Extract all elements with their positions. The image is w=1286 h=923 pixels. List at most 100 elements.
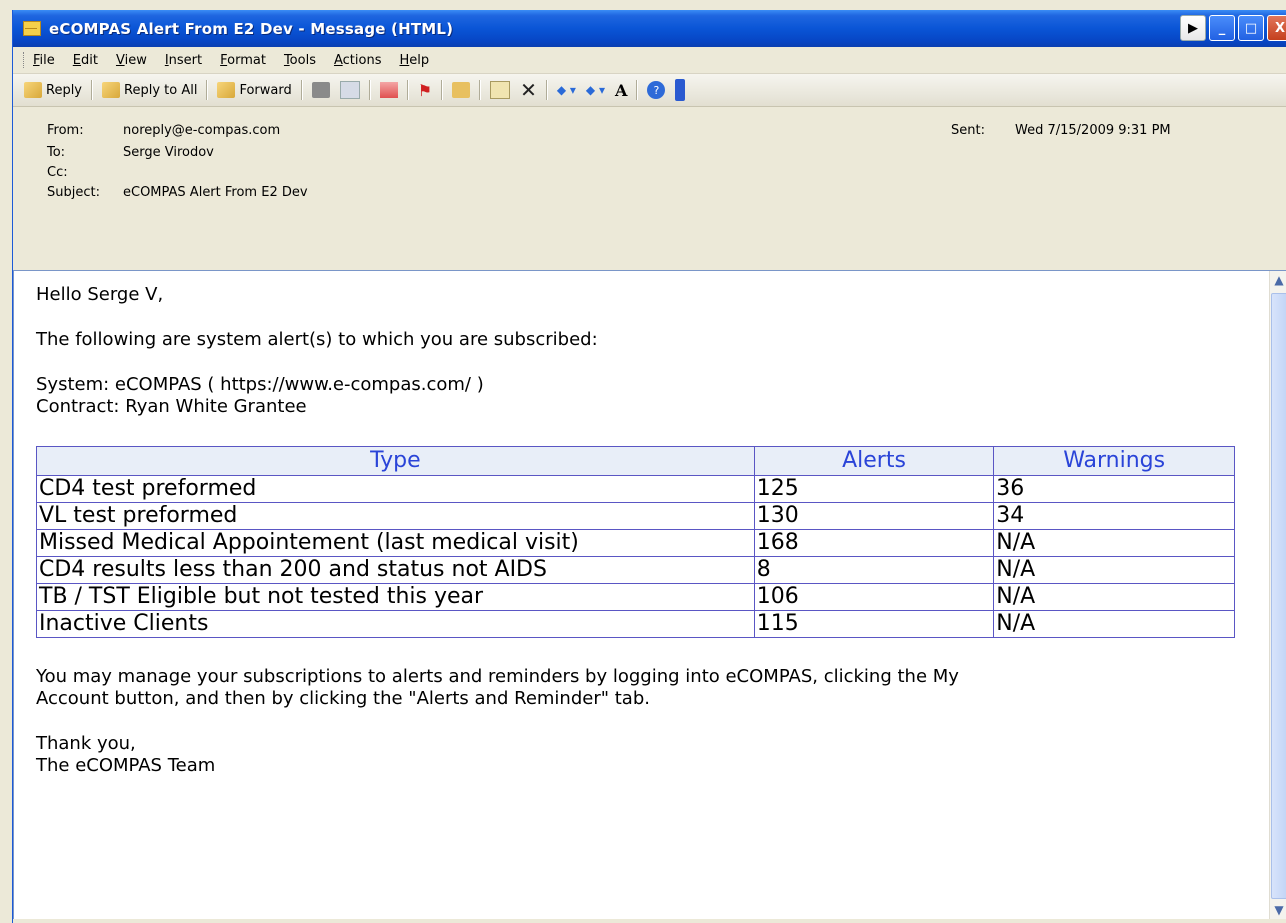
reply-all-button[interactable]: Reply to All	[97, 82, 202, 98]
type-cell: TB / TST Eligible but not tested this ye…	[36, 583, 755, 611]
cc-row: Cc:	[47, 163, 1286, 181]
toolbar-separator	[636, 80, 639, 100]
signature-line: The eCOMPAS Team	[36, 755, 216, 776]
title-bar: eCOMPAS Alert From E2 Dev - Message (HTM…	[13, 10, 1286, 47]
font-size-icon: A	[615, 80, 628, 100]
menu-grip	[23, 52, 27, 68]
toolbar-options-button[interactable]	[670, 79, 690, 101]
greeting: Hello Serge V,	[36, 284, 164, 305]
to-value[interactable]: Serge Virodov	[123, 145, 214, 160]
scroll-down-arrow-icon[interactable]: ▼	[1270, 901, 1286, 919]
manage-text-line-1: You may manage your subscriptions to ale…	[36, 666, 959, 687]
maximize-button[interactable]: □	[1238, 15, 1264, 41]
standard-toolbar: Reply Reply to All Forward ⚑ ✕ ◆ ▾ ◆ ▾ A…	[13, 74, 1286, 107]
warnings-cell: N/A	[993, 610, 1235, 638]
toolbar-separator	[368, 80, 371, 100]
alerts-table: Type Alerts Warnings CD4 test preformed …	[36, 446, 1235, 638]
menu-help[interactable]: Help	[399, 53, 429, 68]
table-row: TB / TST Eligible but not tested this ye…	[36, 583, 1235, 611]
to-label: To:	[47, 144, 66, 160]
reply-button[interactable]: Reply	[19, 82, 87, 98]
reply-icon	[24, 82, 42, 98]
type-cell: Inactive Clients	[36, 610, 755, 638]
toolbar-overflow-icon	[675, 79, 686, 101]
toolbar-separator	[206, 80, 209, 100]
warnings-cell: N/A	[993, 556, 1235, 584]
forward-label: Forward	[239, 82, 292, 98]
table-row: VL test preformed 130 34	[36, 502, 1235, 530]
subject-value: eCOMPAS Alert From E2 Dev	[123, 184, 308, 200]
address-book-icon	[490, 81, 511, 99]
menu-format[interactable]: Format	[220, 53, 266, 68]
window-controls: ▶ _ □ X	[1180, 15, 1286, 41]
move-to-folder-button[interactable]	[447, 82, 475, 98]
sent-label: Sent:	[951, 122, 985, 138]
sent-value: Wed 7/15/2009 9:31 PM	[1015, 122, 1171, 138]
menu-actions[interactable]: Actions	[334, 53, 382, 68]
thanks-line: Thank you,	[36, 733, 136, 754]
message-window: eCOMPAS Alert From E2 Dev - Message (HTM…	[12, 10, 1286, 923]
menu-tools[interactable]: Tools	[284, 53, 316, 68]
print-button[interactable]	[307, 82, 335, 98]
alerts-cell: 125	[753, 475, 995, 503]
toolbar-separator	[91, 80, 94, 100]
forward-button[interactable]: Forward	[212, 82, 296, 98]
contract-line: Contract: Ryan White Grantee	[36, 396, 307, 417]
toolbar-separator	[441, 80, 444, 100]
copy-button[interactable]	[335, 81, 365, 99]
reply-all-icon	[102, 82, 121, 98]
print-icon	[311, 82, 330, 98]
scroll-thumb[interactable]	[1271, 293, 1286, 899]
vertical-scrollbar[interactable]: ▲ ▼	[1269, 271, 1286, 919]
menu-insert[interactable]: Insert	[165, 53, 202, 68]
previous-item-button[interactable]: ◆ ▾	[552, 83, 581, 97]
type-cell: CD4 test preformed	[36, 475, 755, 503]
envelope-icon	[23, 21, 41, 36]
address-book-button[interactable]	[485, 81, 515, 99]
window-title: eCOMPAS Alert From E2 Dev - Message (HTM…	[49, 19, 454, 38]
system-line: System: eCOMPAS ( https://www.e-compas.c…	[36, 374, 484, 395]
play-button[interactable]: ▶	[1180, 15, 1206, 41]
alerts-cell: 106	[753, 583, 995, 611]
minimize-button[interactable]: _	[1209, 15, 1235, 41]
message-body[interactable]: Hello Serge V, The following are system …	[13, 270, 1286, 919]
flag-button[interactable]: ⚑	[413, 81, 437, 100]
type-cell: VL test preformed	[36, 502, 755, 530]
menu-file[interactable]: File	[33, 53, 55, 68]
delete-button[interactable]: ✕	[515, 78, 542, 102]
forward-icon	[217, 82, 236, 98]
help-icon: ?	[647, 81, 666, 99]
toolbar-separator	[545, 80, 548, 100]
menu-edit[interactable]: Edit	[73, 53, 98, 68]
next-item-button[interactable]: ◆ ▾	[581, 83, 610, 97]
menu-view[interactable]: View	[116, 53, 147, 68]
to-row: To: Serge Virodov	[47, 141, 1286, 163]
scroll-up-arrow-icon[interactable]: ▲	[1270, 271, 1286, 289]
warnings-cell: N/A	[993, 583, 1235, 611]
flag-icon: ⚑	[417, 80, 433, 100]
warnings-cell: 36	[993, 475, 1235, 503]
subject-label: Subject:	[47, 184, 100, 200]
categories-button[interactable]	[375, 82, 403, 98]
alerts-cell: 115	[753, 610, 995, 638]
from-value[interactable]: noreply@e-compas.com	[123, 123, 280, 138]
type-cell: CD4 results less than 200 and status not…	[36, 556, 755, 584]
menu-bar: File Edit View Insert Format Tools Actio…	[13, 47, 1286, 74]
font-size-button[interactable]: A	[610, 81, 632, 100]
manage-text-line-2: Account button, and then by clicking the…	[36, 688, 650, 709]
type-cell: Missed Medical Appointement (last medica…	[36, 529, 755, 557]
next-arrow-icon: ◆ ▾	[585, 83, 605, 97]
table-header-row: Type Alerts Warnings	[36, 446, 1235, 476]
toolbar-separator	[406, 80, 409, 100]
table-row: CD4 test preformed 125 36	[36, 475, 1235, 503]
message-header: From: noreply@e-compas.com To: Serge Vir…	[13, 107, 1286, 240]
sent-row: Sent: Wed 7/15/2009 9:31 PM	[951, 119, 1171, 141]
intro-text: The following are system alert(s) to whi…	[36, 329, 598, 350]
reply-all-label: Reply to All	[124, 82, 198, 98]
toolbar-separator	[479, 80, 482, 100]
folder-icon	[452, 82, 471, 98]
table-row: Inactive Clients 115 N/A	[36, 610, 1235, 638]
help-button[interactable]: ?	[642, 81, 670, 99]
close-button[interactable]: X	[1267, 15, 1286, 41]
warnings-cell: N/A	[993, 529, 1235, 557]
